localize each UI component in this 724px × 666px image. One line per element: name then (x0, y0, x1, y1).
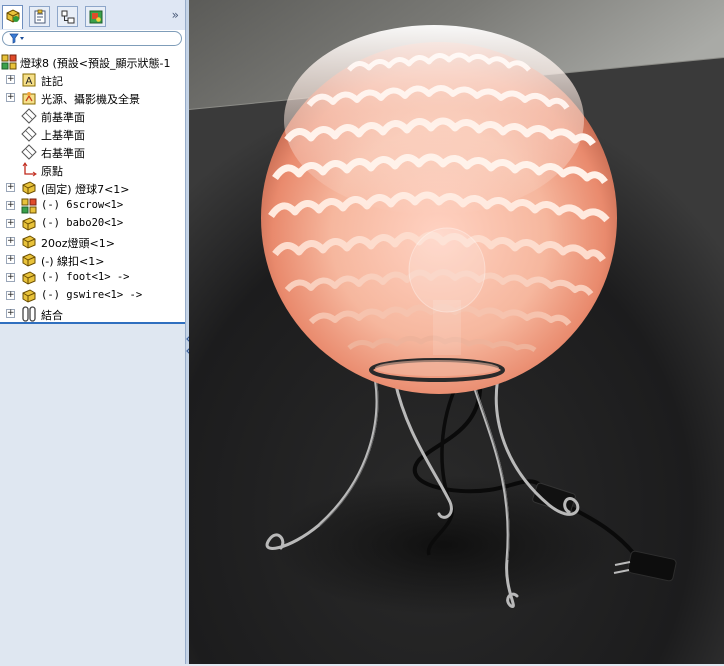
tree-item-component[interactable]: + (-) gswire<1> -> (0, 287, 185, 305)
plane-icon (21, 144, 37, 160)
expand-toggle[interactable]: + (6, 219, 15, 228)
propertymanager-tab[interactable] (29, 6, 50, 27)
expand-toggle[interactable]: + (6, 273, 15, 282)
origin-icon (22, 162, 37, 177)
svg-text:A: A (26, 76, 33, 87)
lights-cameras-icon (22, 92, 36, 105)
plane-icon (21, 126, 37, 142)
tree-item-component[interactable]: + 20oz燈頭<1> (0, 233, 185, 251)
tree-item-label: 光源、攝影機及全景 (41, 93, 140, 106)
tree-item-label: (固定) 燈球7<1> (41, 183, 130, 196)
tree-item-top-plane[interactable]: 上基準面 (0, 125, 185, 143)
tree-item-label: (-) foot<1> -> (41, 271, 130, 283)
tree-item-mates[interactable]: + 結合 (0, 305, 185, 322)
featuremanager-icon (6, 9, 20, 23)
tree-item-label: 前基準面 (41, 111, 85, 124)
feature-manager-panel: » 燈球8 (預設<預設_顯示狀態-1 + A 註記 + 光源、攝影機及全景 前… (0, 0, 185, 666)
tree-item-component[interactable]: + (-) foot<1> -> (0, 269, 185, 287)
assembly-icon (1, 54, 17, 70)
part-icon (22, 181, 36, 195)
tree-item-label: (-) 6scrow<1> (41, 199, 124, 211)
tree-item-label: (-) babo20<1> (41, 217, 124, 229)
mates-icon (22, 306, 36, 322)
tree-item-label: (-) 線扣<1> (41, 255, 105, 268)
tree-item-label: 右基準面 (41, 147, 85, 160)
annotations-icon: A (22, 73, 36, 87)
propertymanager-icon (34, 9, 46, 24)
expand-toggle[interactable]: + (6, 291, 15, 300)
expand-toggle[interactable]: + (6, 309, 15, 318)
featuremanager-tab[interactable] (2, 5, 23, 29)
part-icon (22, 289, 36, 303)
tree-item-right-plane[interactable]: 右基準面 (0, 143, 185, 161)
manager-tab-bar: » (0, 0, 185, 30)
configurationmanager-icon (61, 10, 75, 24)
panel-empty-area (0, 322, 185, 666)
tree-item-component[interactable]: + (-) 6scrow<1> (0, 197, 185, 215)
expand-toggle[interactable]: + (6, 93, 15, 102)
tree-item-label: 註記 (41, 75, 63, 88)
tab-overflow-chevron-icon[interactable]: » (172, 8, 179, 22)
tree-root[interactable]: 燈球8 (預設<預設_顯示狀態-1 (0, 53, 185, 71)
tree-filter-input[interactable] (2, 31, 182, 46)
part-icon (22, 235, 36, 249)
displaymanager-tab[interactable] (85, 6, 106, 27)
tree-item-front-plane[interactable]: 前基準面 (0, 107, 185, 125)
displaymanager-icon (89, 10, 103, 24)
part-icon (22, 217, 36, 231)
assembly-icon (21, 198, 37, 214)
expand-toggle[interactable]: + (6, 201, 15, 210)
tree-item-label: 原點 (41, 165, 63, 178)
tree-item-label: 20oz燈頭<1> (41, 237, 115, 250)
tree-item-component[interactable]: + (-) 線扣<1> (0, 251, 185, 269)
feature-tree: 燈球8 (預設<預設_顯示狀態-1 + A 註記 + 光源、攝影機及全景 前基準… (0, 51, 185, 322)
tree-root-label: 燈球8 (預設<預設_顯示狀態-1 (20, 57, 171, 70)
expand-toggle[interactable]: + (6, 237, 15, 246)
plane-icon (21, 108, 37, 124)
rendered-lamp-scene (189, 0, 724, 664)
expand-toggle[interactable]: + (6, 183, 15, 192)
expand-toggle[interactable]: + (6, 75, 15, 84)
tree-item-component[interactable]: + (-) babo20<1> (0, 215, 185, 233)
tree-item-lights-cameras[interactable]: + 光源、攝影機及全景 (0, 89, 185, 107)
tree-item-label: (-) gswire<1> -> (41, 289, 143, 301)
tree-item-annotations[interactable]: + A 註記 (0, 71, 185, 89)
filter-icon (9, 33, 24, 44)
expand-toggle[interactable]: + (6, 255, 15, 264)
tree-item-label: 上基準面 (41, 129, 85, 142)
graphics-viewport[interactable] (189, 0, 724, 664)
tree-item-origin[interactable]: 原點 (0, 161, 185, 179)
part-icon (22, 271, 36, 285)
part-icon (22, 253, 36, 267)
configurationmanager-tab[interactable] (57, 6, 78, 27)
tree-item-label: 結合 (41, 309, 63, 322)
tree-item-component[interactable]: + (固定) 燈球7<1> (0, 179, 185, 197)
